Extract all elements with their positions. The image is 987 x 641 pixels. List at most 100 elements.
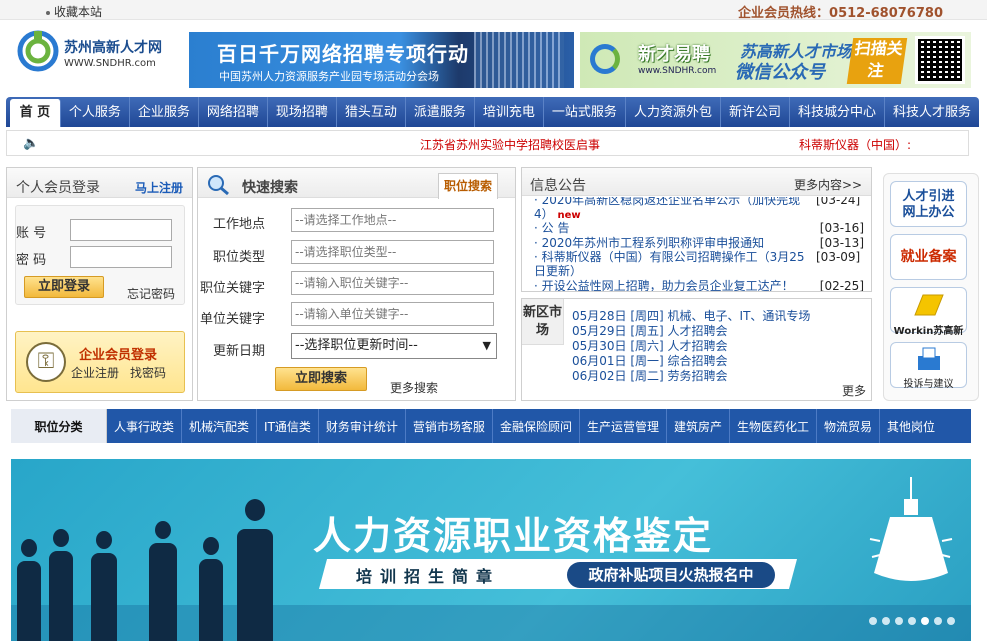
enterprise-register-link[interactable]: 企业注册 bbox=[71, 364, 119, 381]
logo-name: 苏州高新人才网 bbox=[64, 40, 162, 56]
news-ticker: 🔈 江苏省苏州实验中学招聘校医启事 科蒂斯仪器（中国）: bbox=[6, 130, 969, 156]
list-item[interactable]: · 开设公益性网上招聘，助力会员企业复工达产！ [02-25] bbox=[534, 279, 864, 291]
enterprise-find-password-link[interactable]: 找密码 bbox=[130, 364, 166, 381]
side-quick-links: 人才引进 网上办公 就业备案 Workin苏高新 投诉与建议 bbox=[883, 173, 979, 401]
member-login-panel: 个人会员登录 马上注册 账 号 密 码 立即登录 忘记密码 ⚿ 企业会员登录 企… bbox=[6, 167, 193, 401]
favorite-link[interactable]: 收藏本站 bbox=[46, 3, 102, 20]
market-tag: 新区市场 bbox=[522, 299, 564, 345]
category-marketing[interactable]: 营销市场客服 bbox=[406, 409, 493, 443]
list-item[interactable]: · 2020年苏州市工程系列职称评审申报通知 [03-13] bbox=[534, 236, 864, 250]
nav-hr-outsourcing[interactable]: 人力资源外包 bbox=[626, 97, 721, 127]
category-construction[interactable]: 建筑房产 bbox=[667, 409, 730, 443]
password-input[interactable] bbox=[70, 246, 172, 268]
enterprise-login-link[interactable]: 企业会员登录 bbox=[79, 344, 157, 363]
wechat-banner[interactable]: 新才易聘 www.SNDHR.com 苏高新人才市场 微信公众号 扫描关注 bbox=[580, 32, 971, 88]
banner2-url: www.SNDHR.com bbox=[638, 66, 717, 76]
category-production[interactable]: 生产运营管理 bbox=[580, 409, 667, 443]
banner2-scan: 扫描关注 bbox=[846, 38, 908, 84]
banner-title: 百日千万网络招聘专项行动 bbox=[217, 42, 469, 66]
logo-mark-icon bbox=[17, 30, 59, 72]
update-date-label: 更新日期 bbox=[212, 344, 265, 359]
hotline-text: 企业会员热线：0512-68076780 bbox=[738, 6, 943, 21]
ticker-item[interactable]: 江苏省苏州实验中学招聘校医启事 bbox=[420, 136, 600, 153]
nav-one-stop[interactable]: 一站式服务 bbox=[544, 97, 626, 127]
brand-logo-icon bbox=[590, 44, 620, 74]
more-job-fairs-link[interactable]: 更多 bbox=[842, 382, 866, 399]
company-keyword-label: 单位关键字 bbox=[199, 312, 265, 327]
announcement-text: 公 告 bbox=[541, 221, 570, 235]
nav-online-recruit[interactable]: 网络招聘 bbox=[199, 97, 268, 127]
register-link[interactable]: 马上注册 bbox=[135, 179, 183, 196]
carousel-dot[interactable] bbox=[895, 617, 903, 625]
nav-tech-talent[interactable]: 科技人才服务 bbox=[885, 97, 979, 127]
job-keyword-input[interactable]: --请输入职位关键字-- bbox=[291, 271, 494, 295]
search-button[interactable]: 立即搜索 bbox=[275, 367, 367, 391]
category-banking[interactable]: 金融保险顾问 bbox=[493, 409, 580, 443]
location-label: 工作地点 bbox=[212, 217, 265, 232]
nav-home[interactable]: 首 页 bbox=[10, 99, 61, 127]
category-it-telecom[interactable]: IT通信类 bbox=[257, 409, 319, 443]
hero-subtitle: 培训招生简章 bbox=[356, 567, 501, 586]
password-label: 密 码 bbox=[16, 253, 47, 268]
more-announcements-link[interactable]: 更多内容>> bbox=[794, 176, 862, 193]
more-search-link[interactable]: 更多搜索 bbox=[390, 379, 438, 396]
nav-onsite-recruit[interactable]: 现场招聘 bbox=[268, 97, 337, 127]
recruit-campaign-banner[interactable]: 百日千万网络招聘专项行动 中国苏州人力资源服务产业园专场活动分会场 bbox=[189, 32, 574, 88]
folder-icon bbox=[913, 294, 944, 316]
announcement-date: [02-25] bbox=[819, 279, 864, 291]
carousel-dot[interactable] bbox=[869, 617, 877, 625]
search-icon bbox=[208, 175, 229, 195]
main-nav: 首 页 个人服务 企业服务 网络招聘 现场招聘 猎头互动 派遣服务 培训充电 一… bbox=[6, 97, 979, 127]
list-item[interactable]: · 公 告 [03-16] bbox=[534, 221, 864, 235]
employment-filing-button[interactable]: 就业备案 bbox=[890, 234, 967, 280]
announcement-date: [03-13] bbox=[819, 236, 864, 250]
search-title: 快速搜索 bbox=[242, 180, 298, 196]
category-other[interactable]: 其他岗位 bbox=[880, 409, 942, 443]
login-title: 个人会员登录 bbox=[16, 180, 100, 196]
quick-search-panel: 快速搜索 职位搜索 工作地点 --请选择工作地点-- 职位类型 --请选择职位类… bbox=[197, 167, 516, 401]
account-input[interactable] bbox=[70, 219, 172, 241]
location-select[interactable]: --请选择工作地点-- bbox=[291, 208, 494, 232]
job-fair-panel: 新区市场 05月28日 [周四] 机械、电子、IT、通讯专场 05月29日 [周… bbox=[521, 298, 872, 401]
category-biomed[interactable]: 生物医药化工 bbox=[730, 409, 817, 443]
complaint-button[interactable]: 投诉与建议 bbox=[890, 342, 967, 390]
announcements-title: 信息公告 bbox=[530, 178, 586, 194]
ticker-item[interactable]: 科蒂斯仪器（中国）: bbox=[799, 136, 911, 153]
category-machinery[interactable]: 机械汽配类 bbox=[182, 409, 258, 443]
update-date-select[interactable]: --选择职位更新时间-- ▼ bbox=[291, 333, 497, 359]
workin-label: Workin苏高新 bbox=[893, 326, 964, 337]
nav-personal[interactable]: 个人服务 bbox=[61, 97, 130, 127]
update-date-value: --选择职位更新时间-- bbox=[295, 338, 418, 353]
list-item[interactable]: · 2020年高新区稳岗返还企业名单公示（加快完现 4） new bbox=[534, 197, 812, 223]
hero-banner[interactable]: 人力资源职业资格鉴定 培训招生简章 政府补贴项目火热报名中 bbox=[11, 459, 971, 641]
category-title: 职位分类 bbox=[11, 409, 107, 443]
tab-job-search[interactable]: 职位搜索 bbox=[438, 173, 498, 199]
carousel-dot[interactable] bbox=[934, 617, 942, 625]
carousel-dot[interactable] bbox=[908, 617, 916, 625]
category-logistics[interactable]: 物流贸易 bbox=[817, 409, 881, 443]
complaint-label: 投诉与建议 bbox=[903, 379, 954, 390]
list-item[interactable]: · 科蒂斯仪器（中国）有限公司招聘操作工（3月25日更新） bbox=[534, 250, 812, 278]
carousel-dot[interactable] bbox=[921, 617, 929, 625]
nav-training[interactable]: 培训充电 bbox=[475, 97, 544, 127]
enterprise-login-box[interactable]: ⚿ 企业会员登录 企业注册 找密码 bbox=[15, 331, 185, 393]
carousel-dot[interactable] bbox=[947, 617, 955, 625]
nav-tech-city[interactable]: 科技城分中心 bbox=[790, 97, 885, 127]
company-keyword-input[interactable]: --请输入单位关键字-- bbox=[291, 302, 494, 326]
announcement-date: [03-09] bbox=[816, 250, 861, 264]
talent-intro-button[interactable]: 人才引进 网上办公 bbox=[890, 181, 967, 227]
nav-xinxu[interactable]: 新许公司 bbox=[721, 97, 790, 127]
announcement-list: · 2020年高新区稳岗返还企业名单公示（加快完现 4） new [03-24]… bbox=[522, 197, 871, 291]
nav-headhunter[interactable]: 猎头互动 bbox=[337, 97, 406, 127]
login-button[interactable]: 立即登录 bbox=[24, 276, 104, 298]
workin-button[interactable]: Workin苏高新 bbox=[890, 287, 967, 337]
ballot-box-icon bbox=[917, 347, 940, 370]
job-type-select[interactable]: --请选择职位类型-- bbox=[291, 240, 494, 264]
carousel-dot[interactable] bbox=[882, 617, 890, 625]
category-finance-audit[interactable]: 财务审计统计 bbox=[319, 409, 406, 443]
list-item[interactable]: 06月02日 [周二] 劳务招聘会 bbox=[572, 367, 728, 384]
forgot-password-link[interactable]: 忘记密码 bbox=[127, 285, 175, 302]
category-hr-admin[interactable]: 人事行政类 bbox=[107, 409, 183, 443]
nav-dispatch[interactable]: 派遣服务 bbox=[406, 97, 475, 127]
nav-enterprise[interactable]: 企业服务 bbox=[130, 97, 199, 127]
